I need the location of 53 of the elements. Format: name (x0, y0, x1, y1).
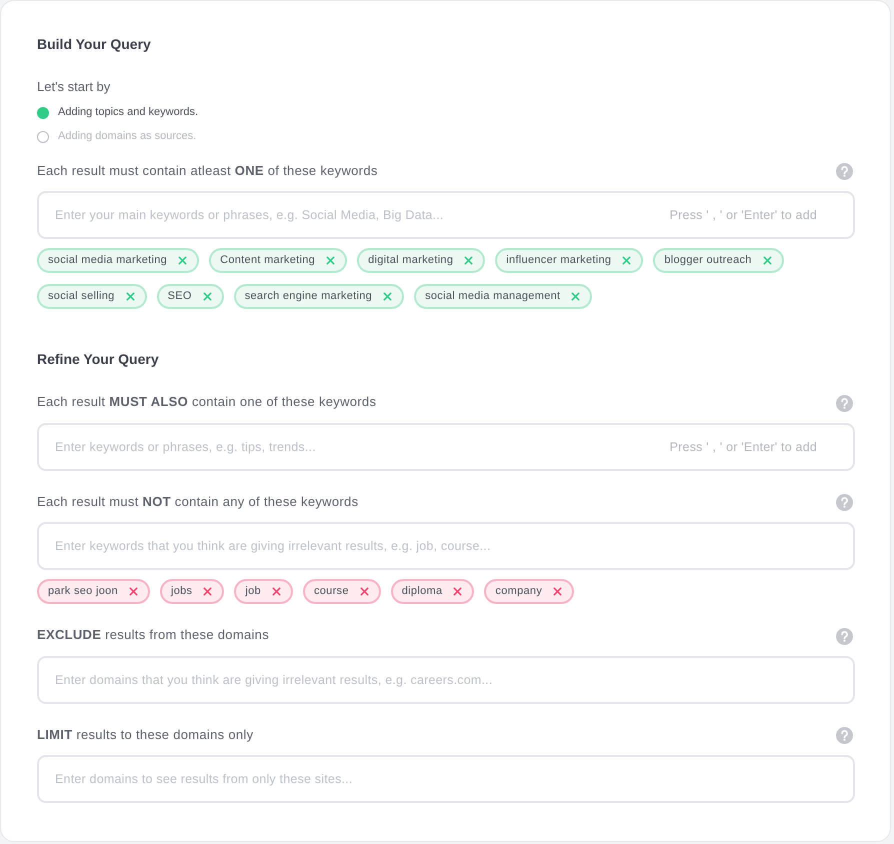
input-field[interactable]: Enter keywords that you think are giving irrelevant results, e.g. job, course... (37, 522, 855, 570)
tag-label: jobs (170, 584, 192, 600)
remove-icon[interactable] (203, 587, 212, 596)
option-label: Adding topics and keywords. (58, 105, 198, 120)
tag-label: park seo joon (48, 584, 118, 600)
input-field[interactable]: Enter domains that you think are giving irrelevant results, e.g. careers.com... (37, 656, 855, 704)
field-label: Each result must contain atleast ONE of these keywords (37, 162, 378, 180)
tag-label: SEO (168, 289, 192, 304)
remove-icon[interactable] (571, 292, 580, 301)
tag-label: social media marketing (48, 253, 168, 268)
remove-icon[interactable] (272, 587, 281, 596)
tag-label: social media management (425, 289, 560, 304)
radio-option[interactable]: Adding topics and keywords. (37, 104, 855, 120)
tag-label: course (314, 584, 349, 600)
section-title: Build Your Query (37, 35, 152, 54)
option-label: Adding domains as sources. (58, 129, 196, 144)
remove-icon[interactable] (464, 256, 474, 265)
remove-icon[interactable] (326, 256, 336, 265)
tag-label: job (245, 584, 261, 600)
remove-icon[interactable] (453, 587, 462, 596)
tag-label: digital marketing (368, 253, 454, 268)
field-label: EXCLUDE results from these domains (37, 626, 269, 644)
tag-label: search engine marketing (244, 289, 372, 304)
remove-icon[interactable] (126, 292, 135, 301)
intro-text: Let's start by (37, 78, 112, 96)
tag-label: company (495, 584, 542, 600)
hint-text: Press ' , ' or 'Enter' to add (670, 207, 817, 224)
tag-label: diploma (402, 584, 442, 600)
remove-icon[interactable] (762, 256, 772, 265)
field-label: LIMIT results to these domains only (37, 726, 254, 744)
help-icon[interactable] (836, 494, 853, 511)
help-icon[interactable] (836, 628, 853, 644)
tag-label: blogger outreach (664, 253, 752, 268)
remove-icon[interactable] (178, 256, 188, 265)
field-label: Each result must NOT contain any of these keywords (37, 492, 358, 511)
hint-text: Press ' , ' or 'Enter' to add (670, 438, 817, 456)
section-title: Refine Your Query (37, 350, 160, 369)
remove-icon[interactable] (553, 587, 562, 596)
help-icon[interactable] (836, 727, 853, 744)
help-icon[interactable] (836, 163, 853, 180)
tag-label: Content marketing (220, 253, 316, 268)
tag-label: social selling (48, 289, 115, 304)
input-field[interactable]: Enter domains to see results from only these sites... (37, 755, 855, 803)
remove-icon[interactable] (128, 587, 138, 596)
radio-selected-icon (37, 106, 49, 118)
remove-icon[interactable] (360, 587, 369, 596)
field-label: Each result MUST ALSO contain one of these keywords (37, 393, 376, 411)
remove-icon[interactable] (202, 292, 212, 301)
remove-icon[interactable] (383, 292, 392, 301)
help-icon[interactable] (836, 394, 853, 412)
remove-icon[interactable] (622, 256, 632, 265)
tag-label: influencer marketing (506, 253, 612, 268)
radio-icon (37, 130, 49, 142)
